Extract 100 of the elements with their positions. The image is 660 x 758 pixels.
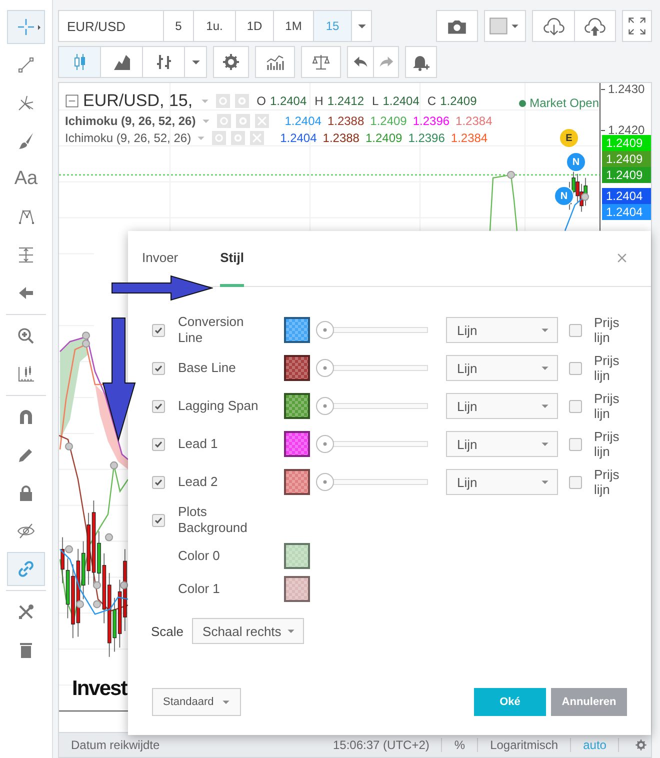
indicator-value: 1.2396 [412,114,450,128]
compare-button[interactable] [301,46,341,78]
indicator-value: 1.2384 [450,131,488,145]
data-point [120,581,128,590]
scales-icon [312,53,330,71]
color-swatch[interactable] [284,317,310,343]
settings-button[interactable] [213,46,249,78]
slider-thumb[interactable] [316,359,334,377]
indicator-value: 1.2404 [284,114,322,128]
color-swatch[interactable] [284,542,310,568]
color-swatch[interactable] [284,431,310,457]
checkbox[interactable] [152,362,165,374]
defaults-button[interactable]: Standaard [152,688,241,716]
eye-icon [216,94,230,108]
checkbox[interactable] [152,476,165,488]
event-badge[interactable]: E [559,128,579,148]
scale-dropdown[interactable]: Schaal rechts [192,618,304,644]
plot-label: Lead 2 [178,474,219,490]
line-style-dropdown[interactable]: Lijn [446,317,558,343]
price-line-label: Prijs lijn [594,315,620,345]
scale-mode-button[interactable]: Logaritmisch [478,738,572,752]
check-icon [154,478,163,486]
fullscreen-icon [627,16,647,36]
market-status: Market Open [530,96,599,110]
ohlc-value: 1.2404 [270,94,307,108]
plot-label: Plots Background [178,504,248,536]
slider-thumb[interactable] [316,435,334,453]
slider-thumb[interactable] [316,321,334,339]
indicator-name: Ichimoku (9, 26, 52, 26) [65,131,192,145]
price-tag: 1.2404 [602,188,651,204]
settings-icon [635,739,648,751]
tab[interactable]: Stijl [220,231,244,287]
alert-button[interactable] [405,46,437,78]
checkbox[interactable] [152,438,165,450]
ruler-icon [17,365,35,383]
ohlc-value: 1.2412 [327,94,364,108]
thickness-slider[interactable] [316,473,428,491]
checkbox[interactable] [569,400,582,412]
plot-label: Conversion Line [178,314,245,346]
fullscreen-button[interactable] [622,10,652,42]
thickness-slider[interactable] [316,321,428,339]
indicator-line [564,197,584,231]
color-button[interactable] [484,10,526,42]
indicator-value: 1.2409 [365,131,402,145]
square-icon [489,16,509,36]
chart-type-button[interactable] [59,47,100,77]
checkbox[interactable] [152,324,165,336]
tab[interactable]: Invoer [142,231,178,287]
magnet-icon [17,408,35,426]
data-point [110,461,118,470]
data-point [581,192,589,201]
indicators-button[interactable] [255,46,295,78]
scale-mode-button[interactable]: % [442,738,478,752]
color-swatch[interactable] [284,469,310,495]
checkbox[interactable] [569,362,582,374]
date-range-label[interactable]: Datum reikwijdte [59,738,321,752]
ohlc-label: L [372,94,379,108]
ohlc-label: H [314,94,324,108]
color-swatch[interactable] [284,393,310,419]
price-label: 1.2430 [608,83,645,96]
status-dot [518,100,526,106]
data-point [93,581,101,590]
indicator-value: 1.2404 [280,131,317,145]
line-style-dropdown[interactable]: Lijn [446,469,558,495]
checkbox[interactable] [152,400,165,412]
logo: Invest [72,677,127,701]
pencil-icon [17,446,35,464]
ohlc-value: 1.2409 [440,94,477,108]
thickness-slider[interactable] [316,397,428,415]
bell-plus-icon [412,53,430,71]
slider-thumb[interactable] [316,397,334,415]
color-swatch[interactable] [284,576,310,602]
measure-icon [17,246,35,264]
brush-icon [17,132,35,150]
line-style-dropdown[interactable]: Lijn [446,393,558,419]
thickness-slider[interactable] [316,435,428,453]
tool-button[interactable] [7,552,45,586]
price-line-label: Prijs lijn [594,467,620,497]
color-swatch[interactable] [284,355,310,381]
checkbox[interactable] [569,476,582,488]
price-tag: 1.2404 [602,204,651,220]
camera-button[interactable] [436,10,478,42]
slider-thumb[interactable] [316,473,334,491]
tool-button[interactable] [7,10,45,44]
line-style-dropdown[interactable]: Lijn [446,431,558,457]
line-style-dropdown[interactable]: Lijn [446,355,558,381]
color-label: Color 0 [178,548,221,564]
data-point [93,600,101,608]
close-icon [615,251,629,265]
close-icon [254,114,269,128]
price-line-label: Prijs lijn [594,391,620,421]
tool-button[interactable]: Aa [7,162,45,196]
indicator-value: 1.2384 [456,114,492,128]
checkbox[interactable] [569,438,582,450]
checkbox[interactable] [569,324,582,336]
link-icon [17,560,35,578]
checkbox[interactable] [152,514,165,526]
price-line-label: Prijs lijn [594,429,620,459]
line-icon [17,56,35,74]
thickness-slider[interactable] [316,359,428,377]
